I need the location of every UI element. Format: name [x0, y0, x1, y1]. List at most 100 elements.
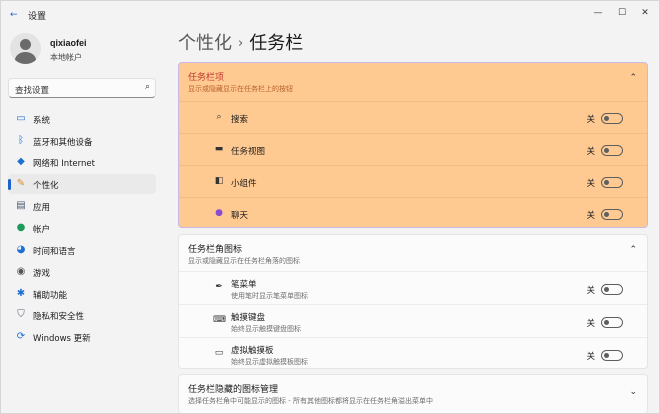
- overflow-icons-section[interactable]: 任务栏隐藏的图标管理 选择任务栏角中可能显示的图标 - 所有其他图标都将显示在任…: [178, 374, 648, 413]
- list-item: ◧ 小组件 关: [179, 165, 647, 197]
- active-indicator: [8, 179, 11, 190]
- list-item: ⌨ 触摸键盘 始终显示触摸键盘图标 关: [179, 304, 647, 337]
- apps-icon: ▤: [16, 200, 26, 211]
- sidebar-item-label: Windows 更新: [33, 334, 91, 344]
- virtual-touchpad-toggle[interactable]: [601, 350, 623, 361]
- row-description: 使用笔时显示笔菜单图标: [231, 292, 308, 300]
- sidebar-item-label: 游戏: [33, 269, 51, 279]
- row-label: 虚拟触摸板: [231, 346, 274, 356]
- sidebar-item-system[interactable]: ▭ 系统: [8, 109, 156, 129]
- settings-window: ← 设置 — ☐ ✕ qixiaofei 本地帐户 查找设置 ⌕ ▭ 系统 ᛒ …: [0, 0, 660, 414]
- task-view-icon: ▬: [214, 144, 224, 154]
- brush-icon: ✎: [16, 178, 26, 189]
- row-label: 聊天: [231, 211, 249, 221]
- toggle-state-label: 关: [586, 211, 595, 221]
- row-label: 小组件: [231, 179, 257, 189]
- wifi-icon: ◆: [17, 156, 25, 167]
- sidebar-item-accessibility[interactable]: ✱ 辅助功能: [8, 284, 156, 304]
- sidebar-item-label: 辅助功能: [33, 291, 68, 301]
- search-input[interactable]: 查找设置 ⌕: [8, 78, 156, 98]
- taskbar-items-header[interactable]: 任务栏项 显示或隐藏显示在任务栏上的按钮 ⌃: [179, 63, 647, 99]
- sidebar-item-label: 隐私和安全性: [33, 312, 85, 322]
- list-item: ✒ 笔菜单 使用笔时显示笔菜单图标 关: [179, 271, 647, 304]
- update-icon: ⟳: [16, 331, 26, 342]
- toggle-state-label: 关: [586, 115, 595, 125]
- section-title: 任务栏项: [188, 73, 225, 83]
- breadcrumb-parent[interactable]: 个性化: [178, 33, 232, 54]
- sidebar-item-bluetooth[interactable]: ᛒ 蓝牙和其他设备: [8, 131, 156, 151]
- sidebar-item-apps[interactable]: ▤ 应用: [8, 196, 156, 216]
- widgets-toggle[interactable]: [601, 177, 623, 188]
- search-placeholder: 查找设置: [15, 86, 50, 96]
- maximize-button[interactable]: ☐: [612, 4, 632, 22]
- sidebar-item-windows-update[interactable]: ⟳ Windows 更新: [8, 327, 156, 347]
- search-icon[interactable]: ⌕: [145, 82, 150, 92]
- accessibility-icon: ✱: [16, 288, 26, 299]
- pen-menu-toggle[interactable]: [601, 284, 623, 295]
- avatar-body-shape: [15, 52, 36, 64]
- sidebar-item-label: 时间和语言: [33, 247, 76, 257]
- section-title: 任务栏隐藏的图标管理: [188, 385, 279, 395]
- section-subtitle: 选择任务栏角中可能显示的图标 - 所有其他图标都将显示在任务栏角溢出菜单中: [188, 397, 433, 405]
- section-subtitle: 显示或隐藏显示在任务栏角落的图标: [188, 257, 300, 265]
- corner-icons-header[interactable]: 任务栏角图标 显示或隐藏显示在任务栏角落的图标 ⌃: [179, 235, 647, 270]
- toggle-state-label: 关: [586, 352, 595, 362]
- chevron-up-icon[interactable]: ⌃: [629, 73, 637, 83]
- sidebar-item-label: 系统: [33, 116, 51, 126]
- search-toggle[interactable]: [601, 113, 623, 124]
- search-icon: ⌕: [216, 112, 222, 122]
- chevron-up-icon[interactable]: ⌃: [629, 245, 637, 255]
- taskbar-items-section: 任务栏项 显示或隐藏显示在任务栏上的按钮 ⌃ ⌕ 搜索 关 ▬ 任务视图 关 ◧…: [178, 62, 648, 228]
- toggle-state-label: 关: [586, 179, 595, 189]
- minimize-button[interactable]: —: [588, 4, 608, 22]
- close-button[interactable]: ✕: [635, 4, 655, 22]
- person-icon: ●: [16, 222, 26, 233]
- shield-icon: ⛉: [17, 309, 25, 320]
- page-title: 任务栏: [249, 33, 304, 54]
- breadcrumb: 个性化 › 任务栏: [178, 29, 303, 55]
- sidebar-item-personalization[interactable]: ✎ 个性化: [8, 174, 156, 194]
- row-label: 笔菜单: [231, 280, 257, 290]
- section-title: 任务栏角图标: [188, 245, 243, 255]
- task-view-toggle[interactable]: [601, 145, 623, 156]
- sidebar-item-gaming[interactable]: ◉ 游戏: [8, 262, 156, 282]
- user-name: qixiaofei: [50, 38, 87, 48]
- avatar-head-shape: [20, 39, 31, 50]
- chevron-down-icon[interactable]: ⌄: [629, 387, 637, 397]
- row-label: 搜索: [231, 115, 249, 125]
- sidebar-item-privacy[interactable]: ⛉ 隐私和安全性: [8, 305, 156, 325]
- keyboard-icon: ⌨: [213, 315, 226, 325]
- sidebar-item-label: 应用: [33, 203, 51, 213]
- touch-keyboard-toggle[interactable]: [601, 317, 623, 328]
- corner-icons-section: 任务栏角图标 显示或隐藏显示在任务栏角落的图标 ⌃ ✒ 笔菜单 使用笔时显示笔菜…: [178, 234, 648, 369]
- row-description: 始终显示触摸键盘图标: [231, 325, 301, 333]
- toggle-state-label: 关: [586, 319, 595, 329]
- pen-icon: ✒: [215, 282, 223, 292]
- toggle-state-label: 关: [586, 286, 595, 296]
- sidebar-item-label: 蓝牙和其他设备: [33, 138, 93, 148]
- list-item: ⌕ 搜索 关: [179, 101, 647, 133]
- toggle-state-label: 关: [586, 147, 595, 157]
- back-arrow-icon[interactable]: ←: [10, 10, 20, 20]
- sidebar-item-label: 网络和 Internet: [33, 159, 95, 169]
- chat-toggle[interactable]: [601, 209, 623, 220]
- widgets-icon: ◧: [214, 176, 224, 186]
- globe-clock-icon: ◕: [16, 244, 26, 255]
- list-item: ▭ 虚拟触摸板 始终显示虚拟触摸板图标 关: [179, 337, 647, 370]
- row-label: 触摸键盘: [231, 313, 266, 323]
- sidebar-item-accounts[interactable]: ● 帐户: [8, 218, 156, 238]
- user-account-type: 本地帐户: [50, 53, 82, 62]
- sidebar-item-label: 个性化: [33, 181, 59, 191]
- list-item: ● 聊天 关: [179, 197, 647, 229]
- touchpad-icon: ▭: [214, 348, 224, 358]
- bluetooth-icon: ᛒ: [18, 135, 24, 146]
- list-item: ▬ 任务视图 关: [179, 133, 647, 165]
- row-label: 任务视图: [231, 147, 266, 157]
- sidebar-item-network[interactable]: ◆ 网络和 Internet: [8, 152, 156, 172]
- avatar[interactable]: [10, 33, 41, 64]
- row-description: 始终显示虚拟触摸板图标: [231, 358, 308, 366]
- section-subtitle: 显示或隐藏显示在任务栏上的按钮: [188, 85, 293, 93]
- sidebar-item-label: 帐户: [33, 225, 51, 235]
- sidebar-item-time-language[interactable]: ◕ 时间和语言: [8, 240, 156, 260]
- window-title: 设置: [28, 12, 47, 22]
